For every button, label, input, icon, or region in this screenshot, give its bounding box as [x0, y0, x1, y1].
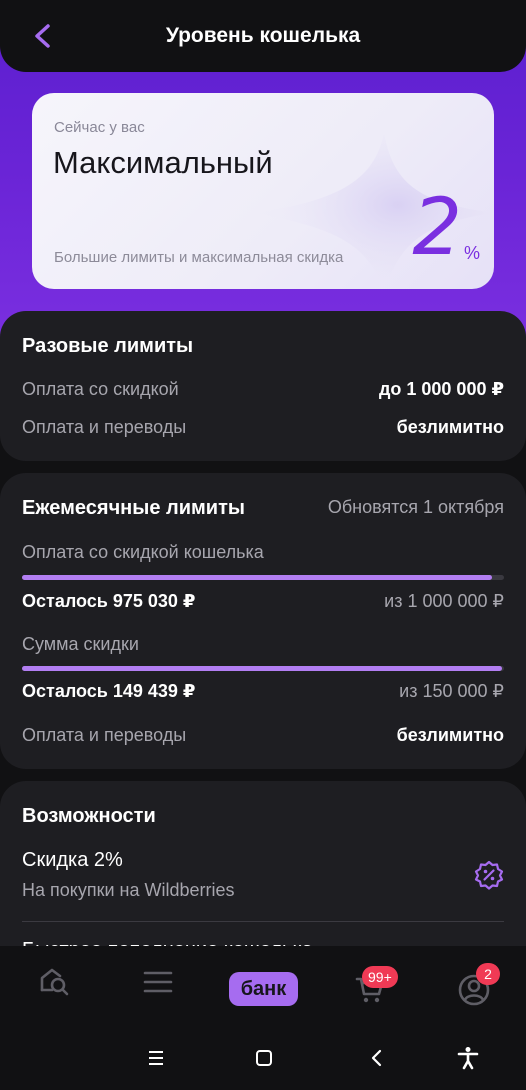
discount-percent: 2	[412, 183, 462, 273]
transfers-label: Оплата и переводы	[22, 417, 187, 437]
cart-badge: 99+	[362, 966, 398, 988]
accessibility-button[interactable]	[452, 1042, 484, 1074]
percent-sign: %	[463, 243, 480, 263]
nav-bank-button[interactable]: банк	[229, 972, 298, 1006]
discount-sum-label: Сумма скидки	[22, 634, 139, 654]
nav-catalog[interactable]	[32, 960, 76, 1004]
discount-sum-remaining: Осталось 149 439 ₽	[22, 681, 196, 701]
transfers-value: безлимитно	[396, 417, 504, 437]
monthly-transfers-value: безлимитно	[396, 725, 504, 745]
bottom-nav: банк 99+ 2	[0, 946, 526, 1026]
monthly-transfers-label: Оплата и переводы	[22, 725, 187, 745]
back-button[interactable]	[22, 16, 62, 56]
feature-discount-title[interactable]: Скидка 2%	[22, 849, 123, 872]
features-title: Возможности	[22, 805, 156, 827]
menu-icon	[143, 971, 173, 993]
update-note: Обновятся 1 октября	[327, 497, 504, 517]
discount-sum-progress	[22, 666, 504, 671]
discount-sum-total: из 150 000 ₽	[399, 681, 504, 701]
top-bar: Уровень кошелька	[0, 0, 526, 72]
feature-discount-subtitle: На покупки на Wildberries	[22, 880, 235, 900]
discount-badge-icon[interactable]	[474, 860, 504, 890]
level-subtitle: Сейчас у вас	[54, 119, 145, 136]
level-name: Максимальный	[53, 145, 273, 180]
page-title: Уровень кошелька	[165, 24, 361, 47]
home-button[interactable]	[248, 1042, 280, 1074]
level-description: Большие лимиты и максимальная скидка	[54, 249, 344, 266]
home-icon	[256, 1050, 272, 1066]
wallet-discount-remaining: Осталось 975 030 ₽	[22, 591, 196, 611]
system-back-button[interactable]	[360, 1042, 392, 1074]
one-time-limits-title: Разовые лимиты	[22, 335, 194, 357]
progress-fill	[22, 666, 503, 671]
monthly-limits-title: Ежемесячные лимиты	[22, 497, 245, 519]
chevron-left-icon	[35, 24, 50, 48]
one-time-limits-panel: Разовые лимиты Оплата со скидкой до 1 00…	[0, 311, 526, 461]
nav-menu[interactable]	[136, 960, 180, 1004]
discount-payment-label: Оплата со скидкой	[22, 379, 179, 399]
wallet-discount-label: Оплата со скидкой кошелька	[22, 542, 264, 562]
wallet-discount-total: из 1 000 000 ₽	[384, 591, 504, 611]
discount-payment-value: до 1 000 000 ₽	[378, 379, 504, 399]
catalog-search-icon	[40, 968, 69, 996]
accessibility-icon	[457, 1047, 479, 1070]
recent-apps-button[interactable]	[140, 1042, 172, 1074]
progress-fill	[22, 575, 492, 580]
wallet-level-card: Сейчас у вас Максимальный Большие лимиты…	[32, 93, 494, 289]
back-icon	[371, 1049, 382, 1067]
system-nav-bar	[0, 1026, 526, 1090]
profile-badge: 2	[476, 963, 500, 985]
monthly-limits-panel: Ежемесячные лимиты Обновятся 1 октября О…	[0, 473, 526, 769]
recent-apps-icon	[149, 1051, 163, 1065]
divider	[22, 921, 504, 922]
wallet-discount-progress	[22, 575, 504, 580]
